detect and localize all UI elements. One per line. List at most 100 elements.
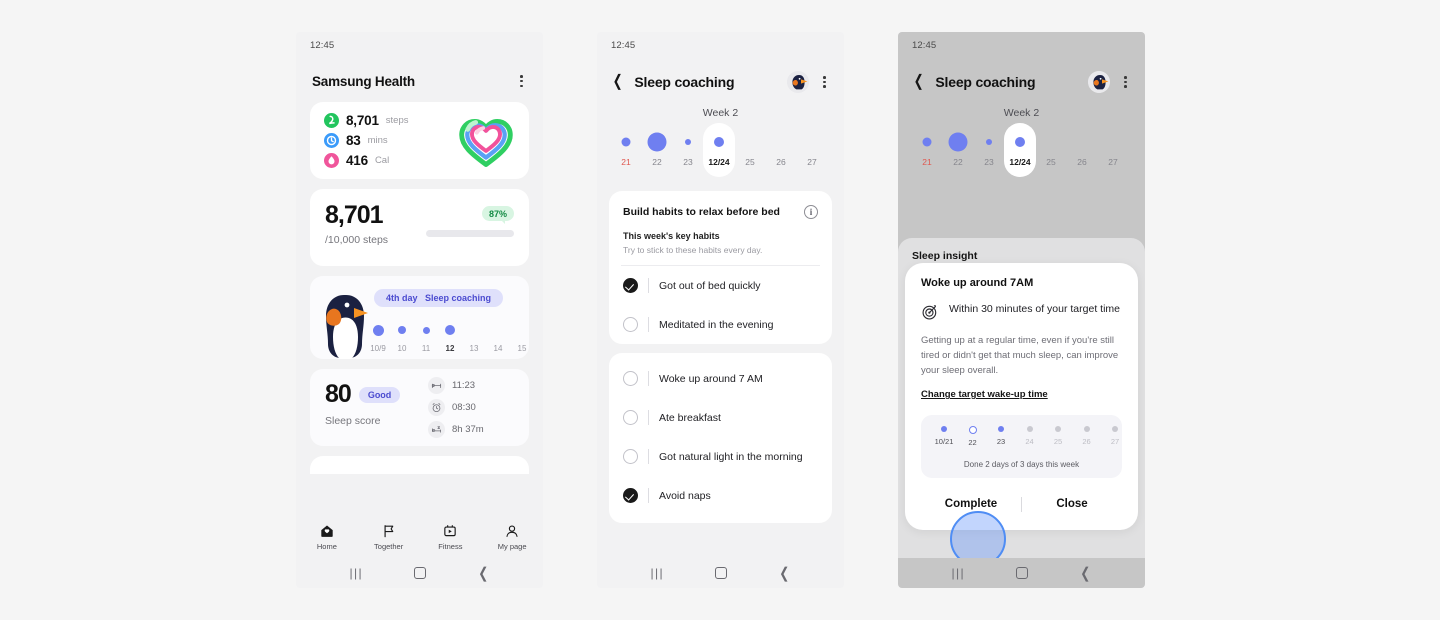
tracker-day-dot [1112, 426, 1118, 432]
back-chevron-icon[interactable]: ❮ [613, 74, 623, 90]
habit-row[interactable]: Ate breakfast [609, 398, 832, 437]
kebab-menu-icon[interactable] [1120, 73, 1131, 91]
sleep-times-group: 11:23 08:30 8h 37m [428, 377, 514, 439]
penguin-avatar-icon[interactable] [1088, 71, 1111, 93]
steps-unit: steps [385, 115, 409, 127]
coaching-day-label: 13 [469, 344, 479, 354]
habit-checkbox-unchecked-icon[interactable] [623, 449, 638, 464]
tracker-day-label: 22 [968, 438, 977, 447]
steps-icon [324, 113, 339, 129]
coaching-day-label: 15 [517, 344, 527, 354]
habit-checkbox-checked-icon[interactable] [623, 488, 638, 503]
week-day-dot-area [704, 127, 734, 157]
recents-icon[interactable]: ||| [650, 567, 664, 579]
complete-button[interactable]: Complete [921, 498, 1021, 510]
tracker-day: 10/21 [929, 426, 959, 446]
sleep-coaching-card[interactable]: 4th day Sleep coaching 10/9 10 11 12 13 14 15 [310, 276, 529, 360]
habit-checkbox-checked-icon[interactable] [623, 278, 638, 293]
week-day-column[interactable]: 25 [735, 127, 765, 181]
tracker-day-dot [998, 426, 1004, 432]
activity-summary-card[interactable]: 8,701 steps 83 mins 416 Cal [310, 102, 529, 180]
habit-row[interactable]: Meditated in the evening [609, 305, 832, 344]
activity-row-steps: 8,701 steps [324, 113, 457, 129]
habit-row[interactable]: Got out of bed quickly [609, 266, 832, 305]
back-icon[interactable]: ❮ [1080, 566, 1090, 581]
tab-together[interactable]: Together [358, 523, 420, 551]
week-day-label: 25 [745, 157, 755, 167]
dialog-body-text: Getting up at a regular time, even if yo… [921, 335, 1119, 376]
week-day-label: 23 [984, 157, 994, 167]
steps-progress-card[interactable]: 8,701 /10,000 steps 87% [310, 189, 529, 267]
habit-row-divider [648, 449, 649, 464]
tab-my-page[interactable]: My page [481, 523, 543, 551]
week-day-dot-area [974, 127, 1004, 157]
week-day-label: 26 [1077, 157, 1087, 167]
sleep-coaching-header: ❮ Sleep coaching [597, 58, 844, 105]
week-day-dot [986, 139, 992, 145]
close-button[interactable]: Close [1022, 498, 1122, 510]
change-target-wake-up-time-link[interactable]: Change target wake-up time [921, 389, 1048, 400]
kebab-menu-icon[interactable] [819, 73, 830, 91]
week-day-dot [685, 139, 691, 145]
week-day-column[interactable]: 27 [1098, 127, 1128, 181]
habit-row[interactable]: Avoid naps [609, 476, 832, 515]
week-day-column[interactable]: 26 [1067, 127, 1097, 181]
week-day-dot [647, 132, 667, 152]
tab-together-label: Together [374, 541, 404, 551]
tracker-day-label: 27 [1110, 437, 1120, 446]
tab-fitness[interactable]: Fitness [420, 523, 482, 551]
habit-checkbox-unchecked-icon[interactable] [623, 410, 638, 425]
habit-row[interactable]: Got natural light in the morning [609, 437, 832, 476]
penguin-avatar-icon[interactable] [787, 71, 810, 93]
sleep-waketime-row: 08:30 [428, 399, 514, 417]
sleep-quality-badge: Good [358, 386, 401, 403]
coaching-day-dot [398, 326, 406, 335]
phone-2-screen: ❮ Sleep coaching Week 2 21 22 23 12/24 25 26 2… [597, 58, 844, 558]
habit-row-divider [648, 371, 649, 386]
habit-label: Woke up around 7 AM [659, 372, 763, 385]
home-button-icon[interactable] [714, 567, 727, 579]
week-day-column[interactable]: 21 [611, 127, 641, 181]
home-button-icon[interactable] [1015, 567, 1028, 579]
home-button-icon[interactable] [413, 567, 426, 579]
calories-value: 416 [346, 153, 368, 169]
sleeping-person-icon [428, 421, 445, 439]
week-day-column[interactable]: 12/24 [703, 123, 735, 181]
habit-row[interactable]: Woke up around 7 AM [609, 359, 832, 398]
week-day-column[interactable]: 23 [974, 127, 1004, 181]
week-day-column[interactable]: 27 [797, 127, 827, 181]
back-icon[interactable]: ❮ [779, 566, 789, 581]
sleep-score-card[interactable]: 80 Good Sleep score 11:23 08:30 8h 37m [310, 369, 529, 447]
week-day-label: 22 [652, 157, 662, 167]
recents-icon[interactable]: ||| [951, 567, 965, 579]
habit-label: Meditated in the evening [659, 318, 774, 331]
week-day-column[interactable]: 12/24 [1004, 123, 1036, 181]
steps-progress-track [426, 230, 514, 238]
dialog-actions: Complete Close [921, 478, 1122, 530]
recents-icon[interactable]: ||| [349, 567, 363, 579]
week-day-label: 27 [1108, 157, 1118, 167]
sleep-duration: 8h 37m [452, 424, 484, 436]
week-day-column[interactable]: 26 [766, 127, 796, 181]
system-nav-bar: ||| ❮ [597, 558, 844, 588]
back-icon[interactable]: ❮ [478, 566, 488, 581]
week-day-column[interactable]: 25 [1036, 127, 1066, 181]
week-day-label: 12/24 [708, 157, 730, 167]
app-header: Samsung Health [296, 58, 543, 102]
habit-checkbox-unchecked-icon[interactable] [623, 317, 638, 332]
next-card-peek[interactable] [310, 456, 529, 475]
back-chevron-icon[interactable]: ❮ [914, 74, 924, 90]
habit-checkbox-unchecked-icon[interactable] [623, 371, 638, 386]
week-day-dot [948, 132, 968, 152]
dialog-highlight: Within 30 minutes of your target time [921, 302, 1122, 321]
week-day-column[interactable]: 21 [912, 127, 942, 181]
sleep-score-label: Sleep score [325, 415, 381, 428]
week-day-column[interactable]: 23 [673, 127, 703, 181]
week-day-column[interactable]: 22 [642, 127, 672, 181]
habit-row-divider [648, 278, 649, 293]
steps-percent-badge: 87% [481, 206, 514, 225]
tab-home[interactable]: Home [296, 523, 358, 551]
kebab-menu-icon[interactable] [516, 72, 527, 90]
info-icon[interactable]: i [804, 205, 818, 219]
week-day-column[interactable]: 22 [943, 127, 973, 181]
